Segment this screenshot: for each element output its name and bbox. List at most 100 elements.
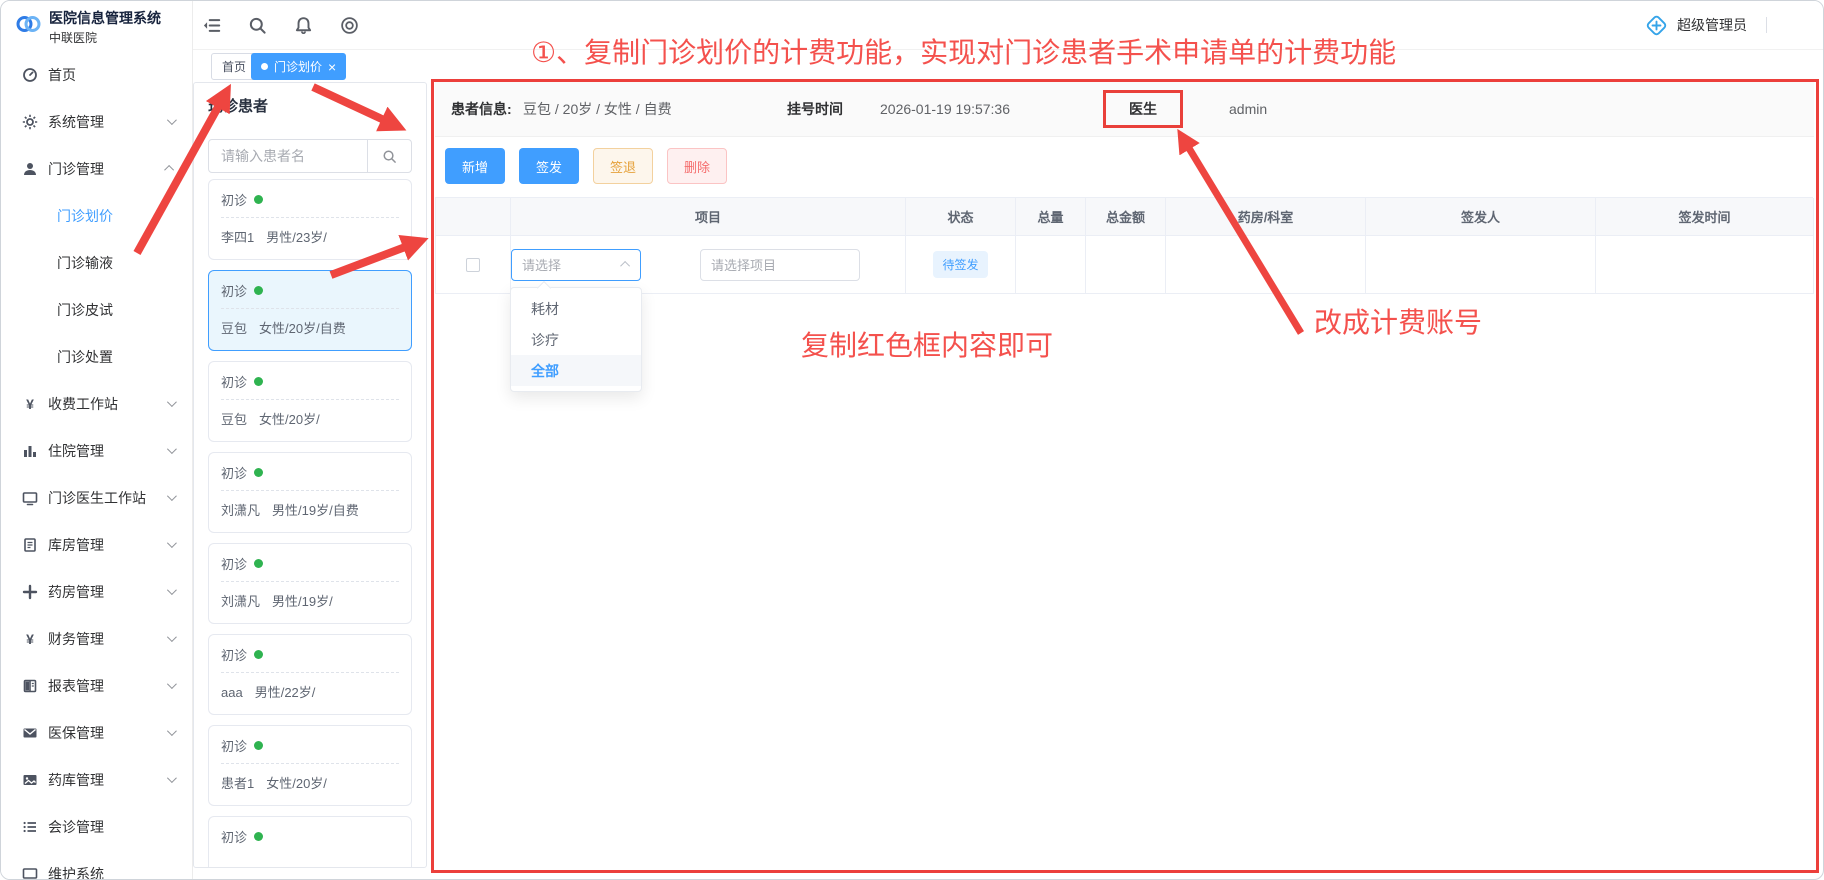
sign-issue-button[interactable]: 签发 xyxy=(519,148,579,184)
annotation-note-top: ①、复制门诊划价的计费功能，实现对门诊患者手术申请单的计费功能 xyxy=(531,31,1396,71)
status-dot xyxy=(254,741,263,750)
cell-quantity xyxy=(1016,236,1086,294)
status-dot xyxy=(254,377,263,386)
toolbar: 新增 签发 签退 删除 xyxy=(445,148,727,184)
patient-info-value: 豆包 / 20岁 / 女性 / 自费 xyxy=(523,99,672,119)
sidebar-item-outpatient-infusion[interactable]: 门诊输液 xyxy=(1,239,192,286)
register-time-label: 挂号时间 xyxy=(787,99,843,119)
patient-list-panel: 现诊患者 请输入患者名 初诊 李四1男性/23岁/ 初诊 豆包女性/20岁/自费… xyxy=(193,82,427,868)
annotation-note-center: 复制红色框内容即可 xyxy=(801,324,1053,364)
chevron-down-icon xyxy=(167,679,177,689)
sidebar-item-outpatient[interactable]: 门诊管理 xyxy=(1,145,192,192)
svg-text:¥: ¥ xyxy=(26,396,34,412)
patient-card[interactable]: 初诊 刘潇凡男性/19岁/ xyxy=(208,543,412,624)
dashboard-icon xyxy=(21,66,38,83)
logo-row: 医院信息管理系统 中联医院 xyxy=(1,1,192,46)
chevron-up-icon xyxy=(620,261,630,271)
patient-card[interactable]: 初诊 患者1女性/20岁/ xyxy=(208,725,412,806)
table-header-row: 项目 状态 总量 总金额 药房/科室 签发人 签发时间 xyxy=(436,198,1813,236)
column-issue-time: 签发时间 xyxy=(1596,198,1814,236)
sidebar-item-consultation[interactable]: 会诊管理 xyxy=(1,803,192,850)
category-dropdown: 耗材 诊疗 全部 xyxy=(510,287,642,392)
row-checkbox[interactable] xyxy=(466,258,480,272)
column-checkbox xyxy=(436,198,511,236)
patient-card[interactable]: 初诊 李四1男性/23岁/ xyxy=(208,179,412,260)
svg-text:¥: ¥ xyxy=(26,631,34,647)
column-quantity: 总量 xyxy=(1016,198,1086,236)
cell-amount xyxy=(1086,236,1166,294)
close-tab-icon[interactable]: × xyxy=(328,60,336,74)
patient-info-label: 患者信息: xyxy=(451,99,512,119)
patient-card-selected[interactable]: 初诊 豆包女性/20岁/自费 xyxy=(208,270,412,351)
yen-icon: ¥ xyxy=(21,630,38,647)
bell-icon[interactable] xyxy=(293,15,313,35)
item-search-input[interactable]: 请选择项目 xyxy=(700,249,860,281)
column-amount: 总金额 xyxy=(1086,198,1166,236)
sign-out-button[interactable]: 签退 xyxy=(593,148,653,184)
bar-chart-icon xyxy=(21,442,38,459)
sidebar-item-charge-station[interactable]: ¥ 收费工作站 xyxy=(1,380,192,427)
chevron-down-icon xyxy=(167,491,177,501)
document-icon xyxy=(21,536,38,553)
dropdown-option-consumables[interactable]: 耗材 xyxy=(511,293,641,324)
sidebar-item-outpatient-pricing[interactable]: 门诊划价 xyxy=(1,192,192,239)
delete-button[interactable]: 删除 xyxy=(667,148,727,184)
sidebar-menu: 首页 系统管理 门诊管理 门诊划价 门诊输液 门诊皮试 门诊处置 xyxy=(1,51,192,880)
patient-search-button[interactable] xyxy=(367,140,411,172)
patient-panel-title: 现诊患者 xyxy=(208,95,426,116)
sidebar-item-outpatient-disposal[interactable]: 门诊处置 xyxy=(1,333,192,380)
sidebar-item-maintenance[interactable]: 维护系统 xyxy=(1,850,192,880)
column-item: 项目 xyxy=(511,198,906,236)
settings-ring-icon[interactable] xyxy=(339,15,359,35)
sidebar-item-warehouse[interactable]: 库房管理 xyxy=(1,521,192,568)
patient-card[interactable]: 初诊 刘潇凡男性/19岁/自费 xyxy=(208,452,412,533)
doctor-account-value: admin xyxy=(1229,101,1267,117)
search-icon xyxy=(382,149,397,164)
annotation-note-right: 改成计费账号 xyxy=(1314,301,1482,341)
chevron-up-icon xyxy=(164,165,174,175)
sidebar-item-drug-store[interactable]: 药库管理 xyxy=(1,756,192,803)
sidebar-item-home[interactable]: 首页 xyxy=(1,51,192,98)
sidebar-item-insurance[interactable]: 医保管理 xyxy=(1,709,192,756)
patient-card[interactable]: 初诊 aaa男性/22岁/ xyxy=(208,634,412,715)
chevron-down-icon xyxy=(167,538,177,548)
chevron-down-icon xyxy=(167,726,177,736)
sidebar-item-finance[interactable]: ¥ 财务管理 xyxy=(1,615,192,662)
sidebar-item-reports[interactable]: 报表管理 xyxy=(1,662,192,709)
dropdown-option-all[interactable]: 全部 xyxy=(511,355,641,386)
status-dot xyxy=(254,559,263,568)
chevron-down-icon xyxy=(167,444,177,454)
status-dot xyxy=(254,286,263,295)
sidebar-item-doctor-station[interactable]: 门诊医生工作站 xyxy=(1,474,192,521)
patient-info-bar: 患者信息: 豆包 / 20岁 / 女性 / 自费 挂号时间 2026-01-19… xyxy=(435,82,1814,137)
collapse-sidebar-icon[interactable] xyxy=(201,15,221,35)
yen-icon: ¥ xyxy=(21,395,38,412)
register-time-value: 2026-01-19 19:57:36 xyxy=(880,101,1010,117)
add-button[interactable]: 新增 xyxy=(445,148,505,184)
search-icon[interactable] xyxy=(247,15,267,35)
patient-card[interactable]: 初诊 豆包女性/20岁/ xyxy=(208,361,412,442)
patient-search-input[interactable]: 请输入患者名 xyxy=(209,140,367,172)
category-select[interactable]: 请选择 xyxy=(511,249,641,281)
user-area[interactable]: 超级管理员 xyxy=(1645,14,1823,37)
sidebar-item-outpatient-skin-test[interactable]: 门诊皮试 xyxy=(1,286,192,333)
column-pharmacy-dept: 药房/科室 xyxy=(1166,198,1366,236)
dropdown-option-treatment[interactable]: 诊疗 xyxy=(511,324,641,355)
patient-search-group: 请输入患者名 xyxy=(208,139,412,173)
sidebar-item-pharmacy[interactable]: 药房管理 xyxy=(1,568,192,615)
user-icon xyxy=(21,160,38,177)
sidebar-item-system[interactable]: 系统管理 xyxy=(1,98,192,145)
status-dot xyxy=(254,650,263,659)
status-dot xyxy=(254,832,263,841)
column-status: 状态 xyxy=(906,198,1016,236)
tab-outpatient-pricing[interactable]: 门诊划价 × xyxy=(251,53,346,80)
sidebar: 医院信息管理系统 中联医院 首页 系统管理 门诊管理 门诊划价 xyxy=(1,1,193,879)
sidebar-item-inpatient[interactable]: 住院管理 xyxy=(1,427,192,474)
monitor-icon xyxy=(21,865,38,880)
image-icon xyxy=(21,771,38,788)
gear-icon xyxy=(21,113,38,130)
header-divider xyxy=(1766,17,1767,33)
chevron-down-icon xyxy=(167,115,177,125)
medical-cross-icon xyxy=(1645,14,1668,37)
patient-card[interactable]: 初诊 xyxy=(208,816,412,868)
